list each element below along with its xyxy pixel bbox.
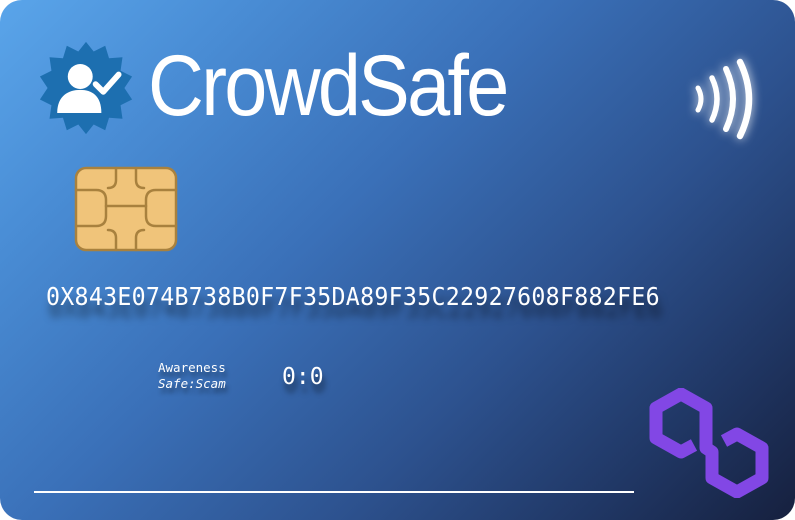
smart-card-chip-icon — [74, 166, 178, 252]
wallet-address: 0X843E074B738B0F7F35DA89F35C22927608F882… — [46, 282, 660, 311]
contactless-icon — [695, 58, 753, 140]
awareness-sublabel: Safe:Scam — [158, 376, 226, 391]
awareness-block: Awareness Safe:Scam — [158, 360, 248, 392]
polygon-logo-icon — [649, 388, 769, 498]
verified-user-badge-icon — [39, 41, 133, 135]
crowdsafe-card: CrowdSafe 0X843E074B738B0F7F35DA89F35C22… — [0, 0, 795, 520]
bottom-divider — [34, 491, 634, 493]
awareness-label: Awareness — [158, 360, 226, 375]
brand-name: CrowdSafe — [148, 38, 509, 134]
awareness-score: 0:0 — [282, 364, 324, 390]
